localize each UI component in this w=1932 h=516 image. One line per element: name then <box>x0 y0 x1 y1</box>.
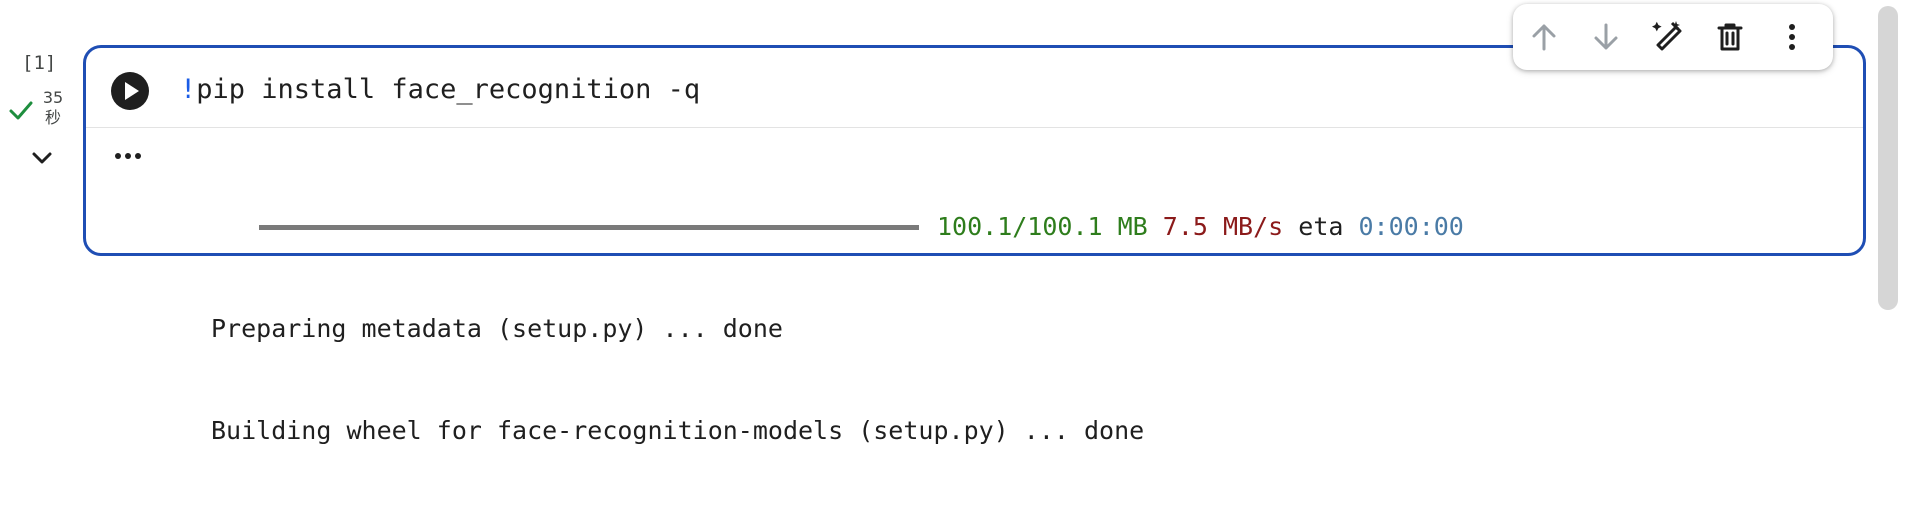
code-editor[interactable]: !pip install face_recognition -q <box>180 72 700 108</box>
output-line-metadata: Preparing metadata (setup.py) ... done <box>211 314 783 343</box>
code-cell[interactable]: !pip install face_recognition -q 100.1/1… <box>83 45 1866 445</box>
progress-line: 100.1/100.1 MB 7.5 MB/s eta 0:00:00 <box>211 210 1464 244</box>
progress-speed: 7.5 MB/s <box>1162 212 1284 241</box>
check-icon <box>9 101 33 120</box>
output-line-wheel: Building wheel for face-recognition-mode… <box>211 416 1145 445</box>
cell-divider <box>86 127 1863 128</box>
chevron-down-icon[interactable] <box>30 146 54 170</box>
progress-eta-value: 0:00:00 <box>1358 212 1464 241</box>
cell-toolbar <box>1513 4 1833 70</box>
magic-edit-icon <box>1652 21 1682 51</box>
execution-duration: 35 秒 <box>40 88 66 128</box>
arrow-up-icon <box>1532 24 1556 51</box>
shell-prefix: ! <box>180 74 197 105</box>
delete-cell-button[interactable] <box>1709 15 1751 59</box>
duration-value: 35 <box>42 88 64 107</box>
magic-edit-button[interactable] <box>1647 15 1689 59</box>
execution-count: [1] <box>22 52 57 74</box>
code-text: pip install face_recognition -q <box>196 74 701 105</box>
move-cell-down-button[interactable] <box>1585 15 1627 59</box>
progress-eta-label: eta <box>1298 212 1344 241</box>
play-icon <box>111 72 149 110</box>
more-actions-button[interactable] <box>1771 15 1813 59</box>
arrow-down-icon <box>1594 23 1618 50</box>
progress-bar <box>259 224 919 230</box>
more-horizontal-icon[interactable] <box>108 144 148 168</box>
trash-icon <box>1717 23 1743 51</box>
scrollbar[interactable] <box>1878 6 1898 310</box>
progress-size: 100.1/100.1 MB <box>937 212 1148 241</box>
duration-unit: 秒 <box>44 108 61 127</box>
cell-output: 100.1/100.1 MB 7.5 MB/s eta 0:00:00 Prep… <box>211 142 1464 516</box>
move-cell-up-button[interactable] <box>1523 15 1565 59</box>
more-vertical-icon <box>1789 24 1795 50</box>
run-cell-button[interactable] <box>110 71 150 111</box>
